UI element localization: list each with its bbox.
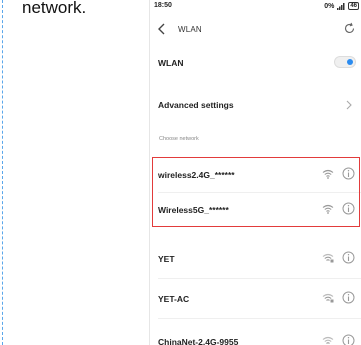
wifi-secured-icon [322, 336, 334, 344]
wifi-secured-icon [322, 253, 334, 263]
info-icon[interactable] [342, 334, 355, 345]
highlight-box [152, 157, 360, 227]
divider [158, 318, 361, 319]
page-title: WLAN [178, 25, 202, 34]
wlan-label: WLAN [158, 58, 184, 68]
instruction-text: network. [22, 0, 87, 17]
wlan-toggle[interactable] [334, 56, 356, 68]
divider [158, 278, 361, 279]
app-bar: WLAN [150, 14, 361, 44]
network-item[interactable]: ChinaNet-2.4G-9955 [150, 325, 361, 345]
wifi-secured-icon [322, 293, 334, 303]
chevron-right-icon [346, 100, 352, 110]
refresh-icon[interactable] [343, 22, 356, 35]
advanced-settings-label: Advanced settings [158, 100, 234, 110]
guide-line [2, 0, 3, 345]
network-item[interactable]: YET-AC [150, 282, 361, 316]
network-item[interactable]: YET [150, 242, 361, 276]
phone-screen: 18:50 0% 46 WLAN WLAN Advanced settings … [149, 0, 361, 345]
network-ssid: YET-AC [158, 294, 190, 304]
networks-section-header: Choose network [159, 136, 199, 142]
battery-icon: 46 [348, 2, 359, 10]
network-ssid: YET [158, 254, 175, 264]
network-ssid: ChinaNet-2.4G-9955 [158, 337, 239, 345]
cell-signal-icon [337, 2, 345, 10]
info-icon[interactable] [342, 251, 355, 264]
battery-level: 46 [350, 3, 357, 9]
status-text: 0% [324, 2, 335, 10]
advanced-settings-row[interactable]: Advanced settings [150, 90, 361, 118]
back-arrow-icon[interactable] [156, 22, 168, 36]
status-time: 18:50 [154, 2, 172, 9]
status-bar: 18:50 0% 46 [150, 0, 361, 12]
wlan-toggle-row[interactable]: WLAN [150, 48, 361, 76]
info-icon[interactable] [342, 291, 355, 304]
toggle-knob [347, 59, 353, 65]
status-indicators: 0% 46 [324, 2, 359, 10]
